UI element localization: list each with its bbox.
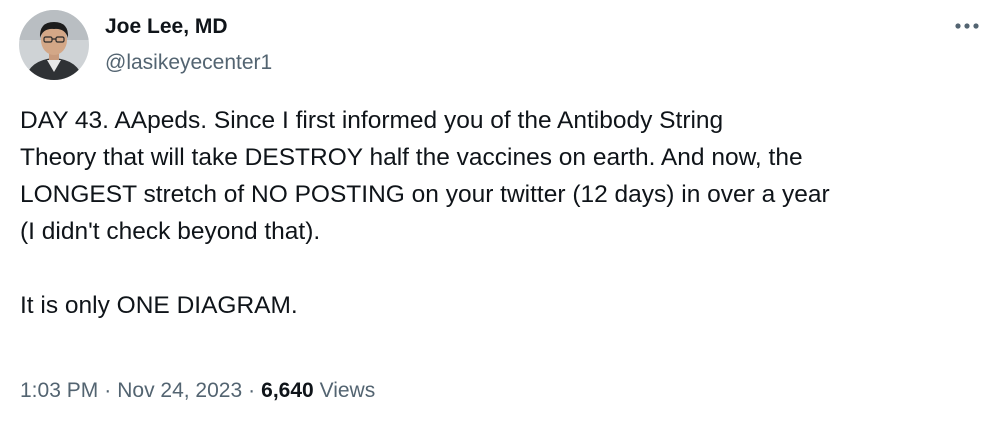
tweet-card: Joe Lee, MD @lasikeyecenter1 DAY 43. AAp… — [0, 0, 1000, 430]
tweet-time[interactable]: 1:03 PM — [20, 379, 98, 402]
more-options-button[interactable] — [950, 14, 984, 38]
author-display-name[interactable]: Joe Lee, MD — [105, 14, 272, 40]
author-handle[interactable]: @lasikeyecenter1 — [105, 50, 272, 76]
profile-photo-icon — [19, 10, 89, 80]
meta-separator: · — [104, 379, 112, 402]
tweet-text-line: LONGEST stretch of NO POSTING on your tw… — [20, 181, 830, 208]
tweet-text-line: (I didn't check beyond that). — [20, 218, 321, 245]
author-avatar[interactable] — [19, 10, 89, 80]
author-info: Joe Lee, MD @lasikeyecenter1 — [105, 14, 272, 76]
more-horizontal-icon — [955, 23, 979, 29]
tweet-text-line: It is only ONE DIAGRAM. — [20, 292, 298, 319]
tweet-text-line: Theory that will take DESTROY half the v… — [20, 144, 803, 171]
tweet-text-line: DAY 43. AApeds. Since I first informed y… — [20, 107, 724, 134]
views-count[interactable]: 6,640 — [261, 379, 314, 402]
tweet-metadata: 1:03 PM · Nov 24, 2023 · 6,640 Views — [20, 377, 375, 405]
tweet-text: DAY 43. AApeds. Since I first informed y… — [20, 102, 988, 324]
meta-separator: · — [248, 379, 256, 402]
views-label: Views — [319, 379, 376, 402]
tweet-date[interactable]: Nov 24, 2023 — [117, 379, 242, 402]
